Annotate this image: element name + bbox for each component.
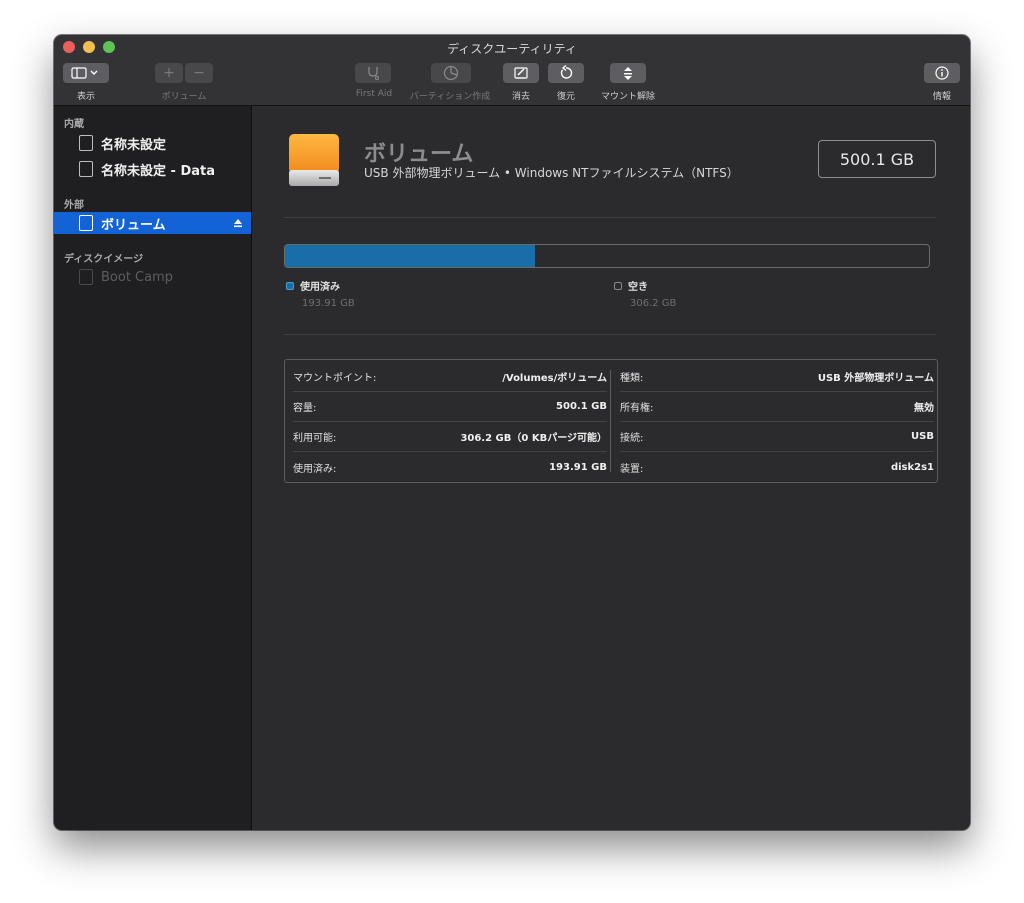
stethoscope-icon: [368, 67, 379, 80]
table-row: 接続: USB: [620, 422, 934, 452]
detail-value: USB: [911, 431, 934, 442]
divider: [284, 217, 936, 218]
sidebar-toggle-icon: [71, 67, 98, 79]
legend-free: 空き: [614, 278, 648, 293]
info-label: 情報: [932, 92, 951, 102]
disk-utility-window: ディスクユーティリティ 表示 + − ボリューム First Aid パーティシ…: [54, 35, 970, 830]
usage-bar-used: [285, 245, 535, 267]
external-drive-icon: [289, 134, 339, 186]
unmount-icon: [624, 67, 632, 80]
table-row: 種類: USB 外部物理ボリューム: [620, 362, 934, 392]
detail-key: 種類:: [620, 373, 644, 384]
add-volume-button[interactable]: +: [155, 63, 183, 83]
detail-value: USB 外部物理ボリューム: [817, 373, 934, 384]
table-row: 所有権: 無効: [620, 392, 934, 422]
hard-disk-icon: [79, 161, 93, 177]
toolbar: ディスクユーティリティ 表示 + − ボリューム First Aid パーティシ…: [54, 35, 970, 106]
plus-icon: +: [163, 65, 175, 81]
sidebar-item-boot-camp[interactable]: Boot Camp: [54, 266, 251, 288]
detail-value: 193.91 GB: [549, 461, 607, 473]
hard-disk-icon: [79, 135, 93, 151]
hard-disk-icon: [79, 269, 93, 285]
detail-value: 無効: [914, 403, 934, 414]
sidebar-item-internal-2[interactable]: 名称未設定 - Data: [54, 158, 251, 180]
disk-images-section-header: ディスクイメージ: [64, 254, 144, 265]
volume-label: ボリューム: [161, 92, 207, 102]
used-label: 使用済み: [300, 282, 340, 293]
free-label: 空き: [628, 282, 648, 293]
pie-icon: [443, 65, 459, 81]
used-value: 193.91 GB: [302, 298, 355, 309]
restore-label: 復元: [556, 92, 575, 102]
detail-key: 接続:: [620, 433, 644, 444]
restore-button[interactable]: [548, 63, 584, 83]
capacity-badge: 500.1 GB: [818, 140, 936, 178]
detail-key: 装置:: [620, 463, 644, 475]
first-aid-button[interactable]: [355, 63, 391, 83]
divider: [284, 334, 936, 335]
table-row: マウントポイント: /Volumes/ボリューム: [293, 362, 607, 392]
sidebar-item-internal-1[interactable]: 名称未設定: [54, 132, 251, 154]
first-aid-label: First Aid: [355, 89, 393, 99]
detail-key: 利用可能:: [293, 433, 337, 444]
table-row: 使用済み: 193.91 GB: [293, 452, 607, 482]
usage-bar: [284, 244, 930, 268]
unmount-button[interactable]: [610, 63, 646, 83]
erase-button[interactable]: [503, 63, 539, 83]
view-button[interactable]: [63, 63, 109, 83]
used-swatch: [286, 281, 294, 290]
minus-icon: −: [193, 65, 205, 81]
main-panel: ボリューム USB 外部物理ボリューム • Windows NTファイルシステム…: [252, 106, 970, 830]
info-icon: [935, 66, 949, 80]
remove-volume-button[interactable]: −: [185, 63, 213, 83]
detail-value: disk2s1: [890, 461, 934, 473]
external-section-header: 外部: [64, 200, 84, 211]
sidebar-item-label: 名称未設定: [101, 137, 167, 153]
external-disk-icon: [79, 215, 93, 231]
view-label: 表示: [76, 92, 95, 102]
sidebar-item-label: 名称未設定 - Data: [101, 163, 215, 179]
unmount-label: マウント解除: [600, 92, 655, 102]
sidebar-item-label: Boot Camp: [101, 269, 174, 285]
detail-key: 使用済み:: [293, 463, 337, 475]
detail-key: 所有権:: [620, 403, 654, 414]
erase-label: 消去: [511, 92, 530, 102]
table-column-divider: [610, 370, 611, 472]
table-row: 利用可能: 306.2 GB（0 KBパージ可能）: [293, 422, 607, 452]
free-value: 306.2 GB: [630, 298, 677, 309]
sidebar: 内蔵 名称未設定 名称未設定 - Data 外部 ボリューム ディスクイメージ …: [54, 106, 252, 830]
detail-key: マウントポイント:: [293, 373, 377, 384]
detail-value: 500.1 GB: [556, 401, 607, 412]
table-row: 容量: 500.1 GB: [293, 392, 607, 422]
free-swatch: [614, 281, 622, 290]
sidebar-item-external-volume[interactable]: ボリューム: [54, 212, 251, 234]
volume-details-table: マウントポイント: /Volumes/ボリューム 容量: 500.1 GB 利用…: [284, 359, 938, 483]
internal-section-header: 内蔵: [64, 119, 84, 130]
sidebar-item-label: ボリューム: [101, 217, 166, 233]
detail-key: 容量:: [293, 403, 317, 414]
partition-label: パーティション作成: [409, 92, 491, 102]
table-row: 装置: disk2s1: [620, 452, 934, 482]
restore-icon: [560, 65, 573, 79]
detail-value: /Volumes/ボリューム: [502, 373, 607, 384]
volume-description: USB 外部物理ボリューム • Windows NTファイルシステム（NTFS）: [364, 166, 739, 180]
partition-button[interactable]: [431, 63, 471, 83]
info-button[interactable]: [924, 63, 960, 83]
erase-icon: [514, 67, 528, 79]
eject-icon[interactable]: [233, 218, 243, 228]
detail-value: 306.2 GB（0 KBパージ可能）: [460, 433, 607, 444]
legend-used: 使用済み: [286, 278, 340, 293]
window-title: ディスクユーティリティ: [447, 42, 577, 56]
